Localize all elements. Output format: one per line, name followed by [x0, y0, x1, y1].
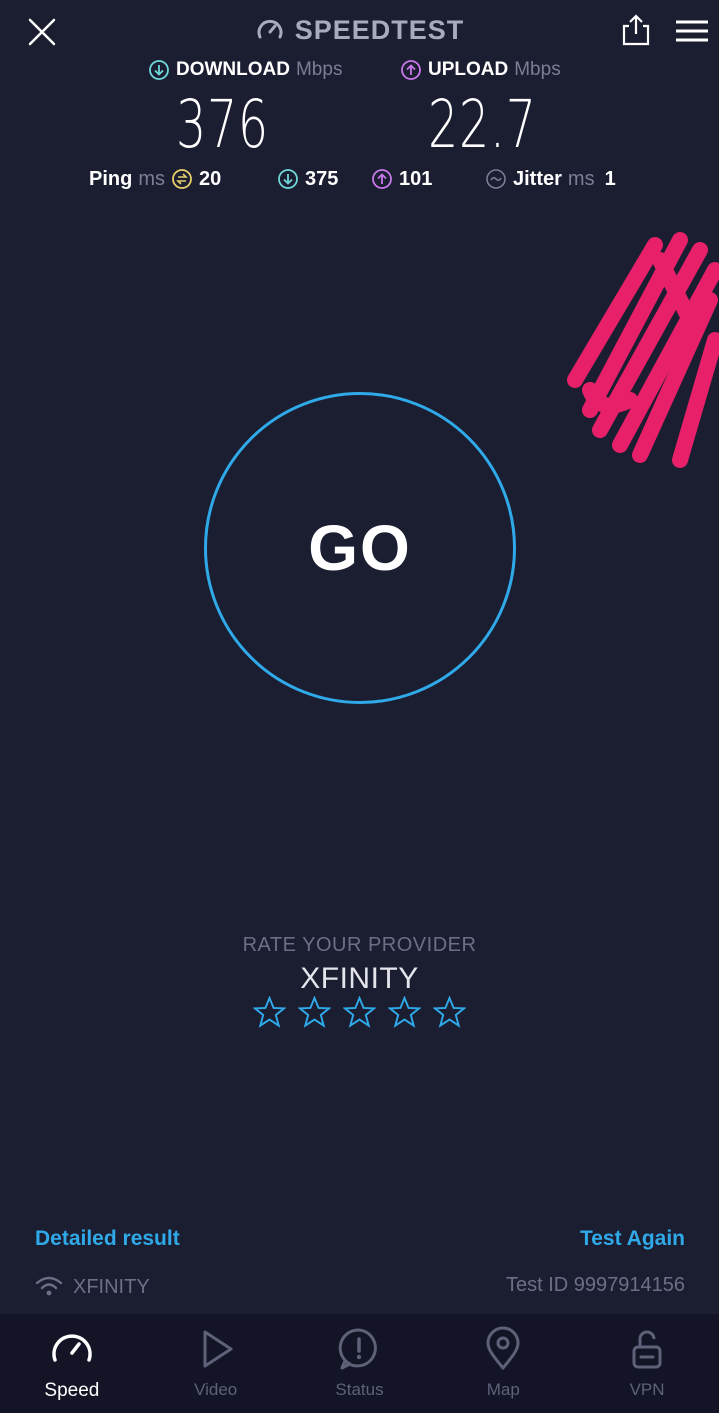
upload-unit: Mbps	[514, 59, 561, 80]
download-header: DOWNLOAD Mbps	[148, 56, 342, 84]
share-icon	[622, 14, 650, 46]
download-arrow-icon	[149, 60, 169, 80]
ping-download-value: 375	[305, 167, 339, 190]
menu-button[interactable]	[672, 14, 712, 48]
download-label: DOWNLOAD	[176, 59, 290, 80]
star-icon-2[interactable]	[298, 996, 331, 1029]
detailed-result-link[interactable]: Detailed result	[35, 1227, 180, 1251]
upload-arrow-icon	[401, 60, 421, 80]
star-icon-4[interactable]	[388, 996, 421, 1029]
network-info: XFINITY	[35, 1272, 150, 1302]
hamburger-menu-icon	[676, 20, 708, 42]
network-name: XFINITY	[73, 1275, 150, 1298]
latency-row: Ping ms 20 375 101 Jitter ms 1	[0, 164, 719, 194]
redaction-scribble	[567, 232, 719, 468]
alert-bubble-icon	[339, 1328, 378, 1370]
download-unit: Mbps	[295, 59, 343, 80]
ping-upload: 101	[371, 164, 432, 194]
star-icon-1[interactable]	[253, 996, 286, 1029]
star-icon-3[interactable]	[343, 996, 376, 1029]
nav-label-status: Status	[335, 1380, 384, 1399]
ping-idle-value: 20	[199, 167, 222, 190]
test-id: Test ID 9997914156	[505, 1274, 685, 1296]
go-button-label: GO	[308, 512, 412, 584]
nav-item-map[interactable]: Map	[431, 1314, 575, 1413]
nav-label-map: Map	[486, 1380, 520, 1399]
jitter-icon	[486, 169, 506, 189]
rate-provider-title: RATE YOUR PROVIDER	[242, 934, 477, 956]
speedometer-icon	[52, 1334, 92, 1362]
nav-item-speed[interactable]: Speed	[0, 1314, 144, 1413]
app-title: SPEEDTEST	[0, 12, 719, 48]
nav-item-status[interactable]: Status	[288, 1314, 432, 1413]
nav-label-video: Video	[194, 1380, 238, 1399]
play-icon	[203, 1330, 233, 1368]
speedometer-icon	[257, 19, 283, 39]
ping-label: Ping	[89, 167, 133, 190]
upload-speed-value: 22.7	[428, 86, 537, 163]
star-rating	[0, 996, 719, 1029]
ping-upload-value: 101	[399, 167, 433, 190]
jitter-label: Jitter	[513, 167, 562, 190]
provider-name: XFINITY	[300, 962, 419, 995]
download-speed-value: 376	[176, 86, 269, 163]
share-button[interactable]	[618, 12, 654, 48]
nav-label-speed: Speed	[44, 1380, 100, 1401]
star-icon-5[interactable]	[433, 996, 466, 1029]
ping-idle: Ping ms 20	[89, 164, 221, 194]
ping-download: 375	[277, 164, 338, 194]
nav-item-video[interactable]: Video	[144, 1314, 288, 1413]
wifi-icon	[35, 1276, 63, 1296]
download-arrow-icon	[278, 169, 298, 189]
lock-open-icon	[632, 1330, 662, 1369]
ping-unit: ms	[138, 167, 166, 190]
nav-label-vpn: VPN	[629, 1380, 665, 1399]
jitter-value: 1	[604, 167, 616, 190]
map-pin-icon	[486, 1326, 520, 1370]
upload-arrow-icon	[372, 169, 392, 189]
go-button[interactable]: GO	[204, 392, 516, 704]
jitter: Jitter ms 1	[485, 164, 616, 194]
nav-item-vpn[interactable]: VPN	[575, 1314, 719, 1413]
idle-latency-icon	[172, 169, 192, 189]
upload-label: UPLOAD	[428, 59, 509, 80]
app-title-text: SPEEDTEST	[294, 14, 465, 45]
bottom-nav: Speed Video Status Map VPN	[0, 1314, 719, 1413]
upload-header: UPLOAD Mbps	[400, 56, 561, 84]
jitter-unit: ms	[567, 167, 595, 190]
test-again-link[interactable]: Test Again	[580, 1227, 685, 1251]
